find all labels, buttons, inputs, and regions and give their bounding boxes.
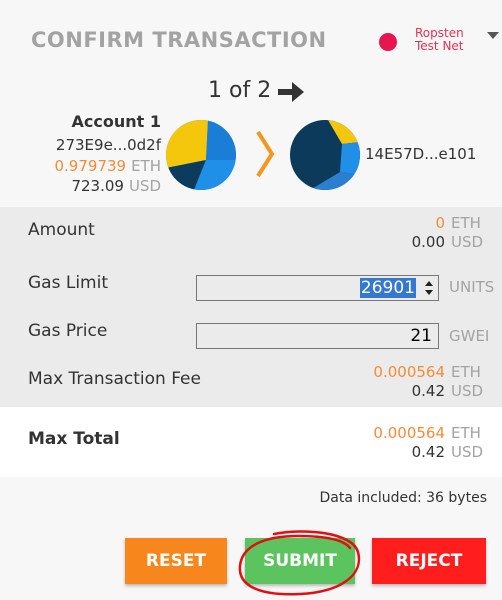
gas-limit-input[interactable]: 26901 (196, 275, 439, 301)
submit-button[interactable]: SUBMIT (245, 538, 355, 584)
amount-label: Amount (28, 220, 95, 240)
max-total-label: Max Total (28, 429, 120, 449)
max-fee-eth: 0.000564 (373, 363, 445, 381)
from-account-address: 273E9e...0d2f (55, 136, 161, 154)
max-total-usd-unit: USD (451, 443, 484, 461)
gas-limit-value: 26901 (359, 278, 416, 298)
chevron-right-icon (256, 130, 275, 178)
network-selector[interactable]: Ropsten Test Net (415, 27, 464, 53)
arrow-right-icon[interactable] (276, 79, 306, 105)
balance-usd: 723.09 (71, 177, 124, 195)
from-account-usd: 723.09 USD (71, 177, 161, 195)
reset-button[interactable]: RESET (125, 538, 227, 584)
amount-value: 0 ETH 0.00 USD (412, 214, 487, 252)
amount-eth-unit: ETH (451, 214, 481, 232)
balance-eth: 0.979739 (54, 157, 127, 175)
max-total-usd: 0.42 (411, 443, 445, 461)
from-account-avatar (166, 120, 236, 190)
max-total-value: 0.000564 ETH 0.42 USD (373, 424, 487, 462)
max-total-eth: 0.000564 (373, 424, 445, 442)
transaction-pager: 1 of 2 (208, 78, 272, 103)
caret-down-icon[interactable] (487, 32, 499, 39)
from-account-balance: 0.979739 ETH (55, 157, 162, 175)
max-fee-value: 0.000564 ETH 0.42 USD (373, 363, 487, 401)
amount-usd-unit: USD (451, 233, 484, 251)
data-included-note: Data included: 36 bytes (319, 490, 488, 506)
reject-button[interactable]: REJECT (372, 538, 486, 584)
to-account-address: 14E57D...e101 (365, 145, 477, 163)
spinner-arrows-icon[interactable] (424, 280, 434, 296)
page-title: CONFIRM TRANSACTION (31, 28, 327, 52)
to-account-avatar (290, 120, 360, 190)
gas-limit-label: Gas Limit (28, 273, 108, 293)
max-fee-usd-unit: USD (451, 382, 484, 400)
gas-price-unit: GWEI (449, 327, 490, 345)
network-status-dot[interactable] (379, 33, 397, 51)
gas-price-value: 21 (410, 326, 432, 346)
balance-usd-unit: USD (128, 177, 161, 195)
gas-price-label: Gas Price (28, 321, 108, 341)
amount-usd: 0.00 (411, 233, 445, 251)
amount-eth: 0 (435, 214, 445, 232)
max-fee-label: Max Transaction Fee (28, 369, 201, 389)
max-fee-usd: 0.42 (411, 382, 445, 400)
balance-eth-unit: ETH (131, 157, 161, 175)
network-name-line2: Test Net (415, 39, 464, 53)
max-fee-eth-unit: ETH (451, 363, 481, 381)
max-total-eth-unit: ETH (451, 424, 481, 442)
gas-price-input[interactable]: 21 (196, 323, 439, 349)
gas-limit-unit: UNITS (449, 278, 495, 296)
from-account-name: Account 1 (71, 112, 161, 131)
